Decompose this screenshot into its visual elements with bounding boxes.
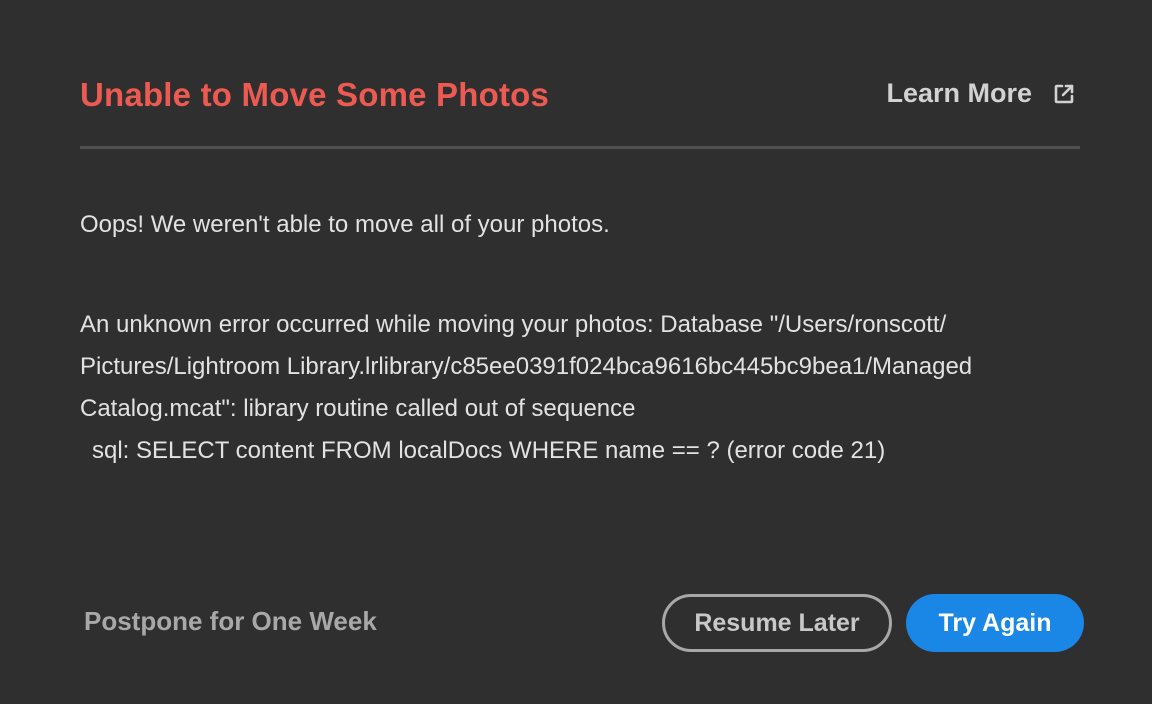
error-sql-line: sql: SELECT content FROM localDocs WHERE… <box>92 437 886 464</box>
learn-more-label: Learn More <box>886 78 1032 108</box>
error-detail-line: An unknown error occurred while moving y… <box>80 311 947 338</box>
header-divider <box>80 146 1080 149</box>
try-again-button[interactable]: Try Again <box>906 594 1084 652</box>
error-detail-line: Catalog.mcat": library routine called ou… <box>80 395 636 422</box>
error-detail-text: An unknown error occurred while moving y… <box>80 304 1070 472</box>
external-link-icon <box>1052 82 1076 106</box>
resume-later-button[interactable]: Resume Later <box>662 594 892 652</box>
dialog-header: Unable to Move Some Photos Learn More <box>80 72 1080 122</box>
learn-more-link[interactable]: Learn More <box>886 78 1076 109</box>
dialog-footer: Postpone for One Week Resume Later Try A… <box>80 594 1084 652</box>
error-intro-text: Oops! We weren't able to move all of you… <box>80 211 610 238</box>
move-error-dialog: Unable to Move Some Photos Learn More Oo… <box>0 0 1152 704</box>
postpone-button[interactable]: Postpone for One Week <box>84 606 377 637</box>
error-detail-line: Pictures/Lightroom Library.lrlibrary/c85… <box>80 353 973 380</box>
dialog-title: Unable to Move Some Photos <box>80 76 550 113</box>
